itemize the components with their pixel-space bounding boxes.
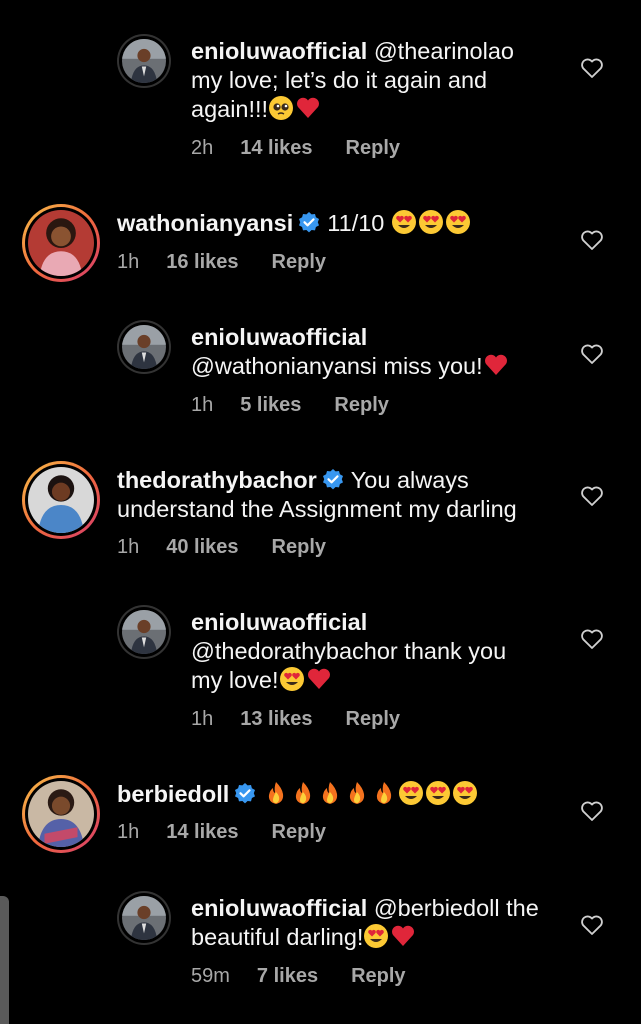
avatar[interactable] xyxy=(117,320,171,374)
red-heart-emoji xyxy=(297,97,320,118)
fire-emoji xyxy=(296,782,311,804)
likes-count[interactable]: 16 likes xyxy=(166,251,238,274)
fire-emoji xyxy=(323,782,338,804)
heart-outline-icon[interactable] xyxy=(580,800,604,822)
avatar[interactable] xyxy=(117,891,171,945)
comment-text: thedorathybachor You always understand th… xyxy=(117,466,567,524)
heart-eyes-emoji xyxy=(453,781,478,805)
red-heart-emoji xyxy=(392,925,415,946)
comment-text: wathonianyansi 11/10 xyxy=(117,209,567,238)
comment-line: my love! xyxy=(191,667,279,693)
likes-count[interactable]: 14 likes xyxy=(240,137,312,160)
comment-text: enioluwaofficial @thearinolao my love; l… xyxy=(191,37,571,124)
fire-emoji xyxy=(377,782,392,804)
pleading-face-emoji xyxy=(269,96,294,120)
heart-eyes-emoji xyxy=(418,210,443,234)
verified-badge-icon xyxy=(235,783,256,804)
username[interactable]: berbiedoll xyxy=(117,781,229,807)
comment-meta: 1h 13 likes Reply xyxy=(191,708,400,731)
heart-outline-icon[interactable] xyxy=(580,485,604,507)
username[interactable]: enioluwaofficial xyxy=(191,895,367,921)
verified-badge-icon xyxy=(299,212,320,233)
likes-count[interactable]: 13 likes xyxy=(240,708,312,731)
comment-line: @thedorathybachor thank you xyxy=(191,638,507,664)
likes-count[interactable]: 7 likes xyxy=(257,965,318,988)
comment-line: understand the Assignment my darling xyxy=(117,496,517,522)
comment-line[interactable]: @thearinolao xyxy=(374,38,514,64)
comment-text: enioluwaofficial @berbiedoll the beautif… xyxy=(191,894,571,952)
comment-meta: 1h 5 likes Reply xyxy=(191,394,389,417)
avatar[interactable] xyxy=(22,775,100,853)
fire-emoji xyxy=(350,782,365,804)
likes-count[interactable]: 14 likes xyxy=(166,821,238,844)
heart-outline-icon[interactable] xyxy=(580,229,604,251)
avatar[interactable] xyxy=(22,461,100,539)
heart-eyes-emoji xyxy=(391,210,416,234)
comment-line: again!!! xyxy=(191,96,269,122)
heart-outline-icon[interactable] xyxy=(580,57,604,79)
username[interactable]: thedorathybachor xyxy=(117,467,317,493)
reply-button[interactable]: Reply xyxy=(346,708,400,731)
avatar[interactable] xyxy=(22,204,100,282)
likes-count[interactable]: 5 likes xyxy=(240,394,301,417)
comment-meta: 59m 7 likes Reply xyxy=(191,965,406,988)
comment-meta: 1h 40 likes Reply xyxy=(117,536,326,559)
timestamp: 1h xyxy=(117,821,140,843)
timestamp: 2h xyxy=(191,137,214,159)
timestamp: 1h xyxy=(191,708,214,730)
reply-button[interactable]: Reply xyxy=(351,965,405,988)
timestamp: 1h xyxy=(191,394,214,416)
comment-text: enioluwaofficial @thedorathybachor thank… xyxy=(191,608,571,695)
username[interactable]: enioluwaofficial xyxy=(191,323,571,352)
heart-outline-icon[interactable] xyxy=(580,914,604,936)
comment-line: You always xyxy=(350,467,469,493)
reply-button[interactable]: Reply xyxy=(272,251,326,274)
avatar[interactable] xyxy=(117,605,171,659)
red-heart-emoji xyxy=(307,668,330,689)
comments-screen: enioluwaofficial @thearinolao my love; l… xyxy=(0,0,641,1024)
heart-eyes-emoji xyxy=(279,667,304,691)
red-heart-emoji xyxy=(484,354,507,375)
heart-outline-icon[interactable] xyxy=(580,628,604,650)
comment-line: @wathonianyansi miss you! xyxy=(191,353,483,379)
avatar[interactable] xyxy=(117,34,171,88)
reply-button[interactable]: Reply xyxy=(272,536,326,559)
timestamp: 1h xyxy=(117,536,140,558)
heart-outline-icon[interactable] xyxy=(580,343,604,365)
username[interactable]: wathonianyansi xyxy=(117,210,293,236)
timestamp: 59m xyxy=(191,965,230,987)
comment-meta: 1h 16 likes Reply xyxy=(117,251,326,274)
comment-meta: 2h 14 likes Reply xyxy=(191,137,400,160)
fire-emoji xyxy=(269,782,284,804)
heart-eyes-emoji xyxy=(445,210,470,234)
reply-button[interactable]: Reply xyxy=(272,821,326,844)
likes-count[interactable]: 40 likes xyxy=(166,536,238,559)
timestamp: 1h xyxy=(117,251,140,273)
edge-panel-handle[interactable] xyxy=(0,896,9,1024)
username[interactable]: enioluwaofficial xyxy=(191,608,571,637)
heart-eyes-emoji xyxy=(399,781,424,805)
comment-line: my love; let’s do it again and xyxy=(191,67,488,93)
comment-text: berbiedoll xyxy=(117,780,567,809)
reply-button[interactable]: Reply xyxy=(346,137,400,160)
verified-badge-icon xyxy=(322,469,343,490)
heart-eyes-emoji xyxy=(364,924,389,948)
username[interactable]: enioluwaofficial xyxy=(191,38,367,64)
comment-meta: 1h 14 likes Reply xyxy=(117,821,326,844)
comment-text: enioluwaofficial @wathonianyansi miss yo… xyxy=(191,323,571,381)
comment-line[interactable]: @berbiedoll the xyxy=(374,895,539,921)
reply-button[interactable]: Reply xyxy=(334,394,388,417)
comment-line: 11/10 xyxy=(327,210,385,236)
heart-eyes-emoji xyxy=(426,781,451,805)
comment-line: beautiful darling! xyxy=(191,924,364,950)
